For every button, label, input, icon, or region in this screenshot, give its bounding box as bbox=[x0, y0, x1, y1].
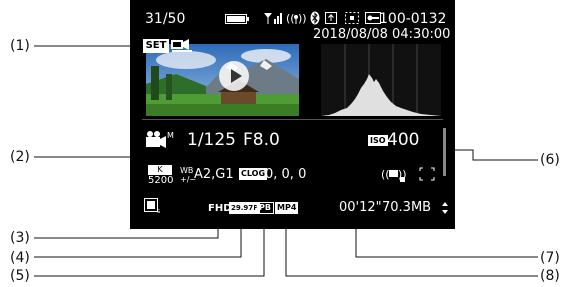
histogram-graph bbox=[321, 44, 441, 116]
camera-screen: 31/50 (( )) 100-0132 2018/08/08 04:30:00 bbox=[130, 0, 455, 229]
divider-line bbox=[142, 119, 443, 120]
stabilizer-icon: (( )) bbox=[381, 168, 407, 182]
kelvin-label: K bbox=[148, 165, 172, 175]
file-size: 70.3MB bbox=[382, 200, 432, 215]
wifi-icon: (( )) bbox=[286, 12, 306, 25]
bluetooth-icon bbox=[310, 11, 320, 25]
folder-file-number: 100-0132 bbox=[379, 11, 447, 27]
svg-text:M: M bbox=[167, 131, 174, 140]
shutter-speed: 1/125 bbox=[187, 130, 236, 150]
svg-text:((: (( bbox=[381, 168, 390, 181]
aperture-value: F8.0 bbox=[243, 130, 280, 150]
movie-thumbnail[interactable] bbox=[146, 44, 299, 116]
wb-shift-value: A2,G1 bbox=[194, 167, 234, 182]
svg-text:s: s bbox=[157, 208, 160, 214]
play-icon[interactable] bbox=[219, 61, 249, 91]
date-time: 2018/08/08 04:30:00 bbox=[313, 27, 451, 42]
signal-icon bbox=[264, 13, 282, 24]
transfer-icon bbox=[325, 12, 337, 24]
wb-label: WB bbox=[180, 166, 194, 175]
movie-playback-icon bbox=[171, 39, 192, 52]
kelvin-value: 5200 bbox=[148, 175, 174, 186]
file-format: MP4 bbox=[275, 202, 299, 214]
set-button-label: SET bbox=[143, 39, 169, 53]
clog-badge: CLOG bbox=[239, 168, 268, 180]
iso-value: 400 bbox=[387, 130, 420, 150]
svg-text:((: (( bbox=[286, 12, 295, 25]
rating-icon bbox=[345, 12, 359, 24]
recording-time: 00'12" bbox=[339, 200, 382, 215]
compression-method: IPB bbox=[253, 202, 274, 214]
frame-counter: 31/50 bbox=[145, 11, 186, 27]
iso-label: ISO bbox=[368, 135, 388, 146]
scroll-arrows-icon[interactable] bbox=[440, 200, 450, 216]
svg-text:)): )) bbox=[298, 12, 306, 25]
scrollbar[interactable] bbox=[443, 128, 446, 176]
frame-icon bbox=[419, 167, 435, 181]
picture-style-icon: s bbox=[144, 198, 160, 214]
battery-icon bbox=[225, 14, 249, 24]
movie-size: FHD bbox=[208, 203, 232, 214]
brightness-histogram bbox=[321, 44, 441, 116]
clog-values: 0, 0, 0 bbox=[265, 167, 307, 182]
movie-mode-icon: M bbox=[146, 131, 174, 148]
